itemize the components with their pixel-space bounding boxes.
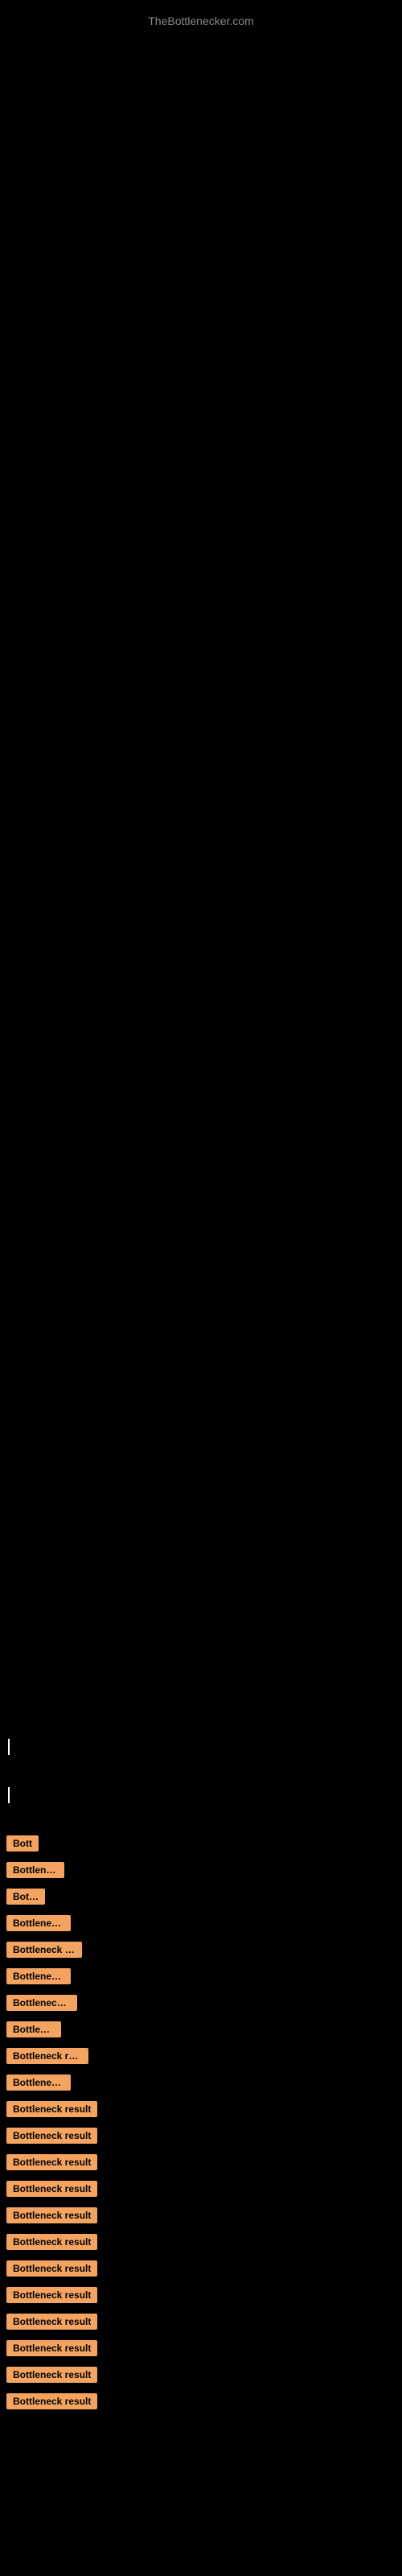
list-item: Bottleneck result [0, 2340, 402, 2360]
result-badge[interactable]: Bottleneck r [6, 1968, 71, 1984]
result-badge[interactable]: Bottleneck r [6, 2074, 71, 2091]
result-badge[interactable]: Bottle [6, 1889, 45, 1905]
list-item: Bottleneck resu [0, 2048, 402, 2068]
cursor-line-2 [8, 1787, 10, 1803]
result-badge[interactable]: Bottleneck result [6, 2154, 97, 2170]
list-item: Bottleneck res [0, 1942, 402, 1962]
result-badge[interactable]: Bottleneck resu [6, 2048, 88, 2064]
result-badge[interactable]: Bott [6, 1835, 39, 1852]
list-item: Bottleneck [0, 1862, 402, 1882]
result-badge[interactable]: Bottleneck result [6, 2234, 97, 2250]
result-badge[interactable]: Bottlenec [6, 2021, 61, 2037]
list-item: Bottleneck result [0, 2314, 402, 2334]
list-item: Bottleneck r [0, 1915, 402, 1935]
result-badge[interactable]: Bottleneck [6, 1862, 64, 1878]
list-item: Bottleneck result [0, 2181, 402, 2201]
list-item: Bottleneck result [0, 2207, 402, 2227]
result-badge[interactable]: Bottleneck res [6, 1942, 82, 1958]
list-item: Bottleneck r [0, 1968, 402, 1988]
list-item: Bottleneck re [0, 1995, 402, 2015]
list-item: Bottleneck result [0, 2393, 402, 2413]
list-item: Bottleneck result [0, 2128, 402, 2148]
result-badge[interactable]: Bottleneck result [6, 2287, 97, 2303]
cursor-line-1 [8, 1739, 10, 1755]
list-item: Bottleneck result [0, 2234, 402, 2254]
results-container: Bott Bottleneck Bottle Bottleneck r Bottlene… [0, 1835, 402, 2420]
result-badge[interactable]: Bottleneck result [6, 2260, 97, 2277]
list-item: Bottlenec [0, 2021, 402, 2041]
result-badge[interactable]: Bottleneck result [6, 2367, 97, 2383]
list-item: Bottleneck result [0, 2260, 402, 2281]
result-badge[interactable]: Bottleneck result [6, 2340, 97, 2356]
list-item: Bottle [0, 1889, 402, 1909]
list-item: Bottleneck result [0, 2154, 402, 2174]
main-section [0, 0, 402, 1819]
list-item: Bottleneck r [0, 2074, 402, 2095]
result-badge[interactable]: Bottleneck result [6, 2393, 97, 2409]
site-title: TheBottlenecker.com [0, 6, 402, 35]
list-item: Bottleneck result [0, 2287, 402, 2307]
list-item: Bott [0, 1835, 402, 1856]
result-badge[interactable]: Bottleneck re [6, 1995, 77, 2011]
result-badge[interactable]: Bottleneck result [6, 2207, 97, 2223]
result-badge[interactable]: Bottleneck result [6, 2101, 97, 2117]
list-item: Bottleneck result [0, 2101, 402, 2121]
result-badge[interactable]: Bottleneck result [6, 2128, 97, 2144]
result-badge[interactable]: Bottleneck result [6, 2314, 97, 2330]
list-item: Bottleneck result [0, 2367, 402, 2387]
result-badge[interactable]: Bottleneck result [6, 2181, 97, 2197]
result-badge[interactable]: Bottleneck r [6, 1915, 71, 1931]
